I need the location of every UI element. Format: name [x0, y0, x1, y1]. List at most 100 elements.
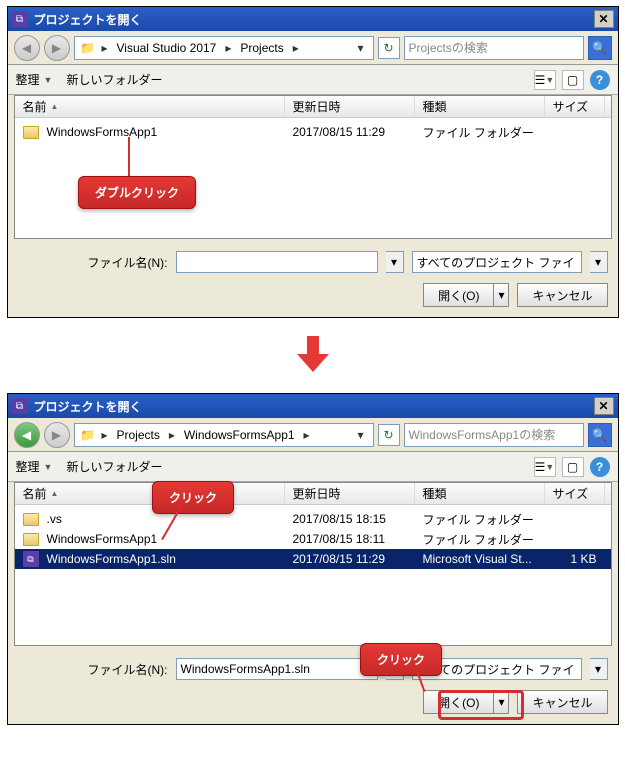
cancel-button[interactable]: キャンセル — [517, 690, 607, 714]
open-split-button[interactable]: ▾ — [493, 690, 509, 714]
file-row[interactable]: .vs2017/08/15 18:15ファイル フォルダー — [15, 509, 611, 529]
forward-button[interactable]: ▶ — [44, 35, 70, 61]
new-folder-button[interactable]: 新しいフォルダー — [66, 458, 162, 475]
folder-icon: 📁 — [79, 426, 97, 444]
window-title: プロジェクトを開く — [34, 398, 594, 415]
vs-icon: ⧉ — [12, 398, 28, 414]
view-button[interactable]: ☰▼ — [534, 457, 556, 477]
forward-button[interactable]: ▶ — [44, 422, 70, 448]
col-date[interactable]: 更新日時 — [285, 483, 415, 504]
toolbar: 整理▼ 新しいフォルダー ☰▼ ▢ ? — [8, 452, 618, 482]
organize-menu[interactable]: 整理▼ — [16, 458, 53, 475]
back-button[interactable]: ◀ — [14, 422, 40, 448]
col-name[interactable]: 名前▲ — [15, 483, 285, 504]
filter-dropdown[interactable]: ▾ — [590, 251, 608, 273]
view-button[interactable]: ☰▼ — [534, 70, 556, 90]
breadcrumb-seg[interactable]: Projects — [113, 428, 164, 442]
breadcrumb[interactable]: 📁 ▸ Projects ▸ WindowsFormsApp1 ▸ ▾ — [74, 423, 374, 447]
refresh-button[interactable]: ↻ — [378, 37, 400, 59]
organize-label: 整理 — [16, 71, 40, 88]
refresh-button[interactable]: ↻ — [378, 424, 400, 446]
dialog-footer: ファイル名(N): ▾ すべてのプロジェクト ファイ ▾ 開く(O) ▾ キャン… — [8, 239, 618, 317]
open-button[interactable]: 開く(O) — [423, 690, 493, 714]
new-folder-button[interactable]: 新しいフォルダー — [66, 71, 162, 88]
back-button[interactable]: ◀ — [14, 35, 40, 61]
filter-select[interactable]: すべてのプロジェクト ファイ — [412, 251, 582, 273]
callout-click-row: クリック — [152, 481, 234, 514]
file-list[interactable]: .vs2017/08/15 18:15ファイル フォルダーWindowsForm… — [15, 505, 611, 645]
sln-icon: ⧉ — [23, 551, 39, 567]
file-type: Microsoft Visual St... — [423, 552, 532, 566]
chevron-icon[interactable]: ▸ — [97, 41, 113, 55]
search-button[interactable]: 🔍 — [588, 36, 612, 60]
breadcrumb-dropdown[interactable]: ▾ — [353, 428, 369, 442]
search-button[interactable]: 🔍 — [588, 423, 612, 447]
help-button[interactable]: ? — [590, 457, 610, 477]
filename-input[interactable] — [176, 251, 378, 273]
organize-label: 整理 — [16, 458, 40, 475]
breadcrumb[interactable]: 📁 ▸ Visual Studio 2017 ▸ Projects ▸ ▾ — [74, 36, 374, 60]
chevron-icon[interactable]: ▸ — [97, 428, 113, 442]
filename-dropdown[interactable]: ▾ — [386, 251, 404, 273]
filter-label: すべてのプロジェクト ファイ — [417, 254, 575, 271]
callout-doubleclick: ダブルクリック — [78, 176, 196, 209]
file-row[interactable]: ⧉ WindowsFormsApp1.sln 2017/08/15 11:29 Mic… — [15, 549, 611, 569]
chevron-icon[interactable]: ▸ — [220, 41, 236, 55]
cancel-button[interactable]: キャンセル — [517, 283, 607, 307]
open-label: 開く(O) — [438, 694, 479, 711]
sort-asc-icon: ▲ — [51, 102, 59, 111]
file-date: 2017/08/15 18:15 — [293, 512, 386, 526]
chevron-icon[interactable]: ▸ — [164, 428, 180, 442]
breadcrumb-seg[interactable]: Visual Studio 2017 — [113, 41, 221, 55]
col-size[interactable]: サイズ — [545, 483, 605, 504]
chevron-icon[interactable]: ▸ — [288, 41, 304, 55]
file-date: 2017/08/15 11:29 — [293, 552, 386, 566]
organize-menu[interactable]: 整理 ▼ — [16, 71, 53, 88]
vs-icon: ⧉ — [12, 11, 28, 27]
file-name: .vs — [47, 512, 62, 526]
col-date-label: 更新日時 — [293, 485, 341, 502]
col-date[interactable]: 更新日時 — [285, 96, 415, 117]
preview-button[interactable]: ▢ — [562, 457, 584, 477]
file-type: ファイル フォルダー — [423, 124, 534, 141]
filename-value: WindowsFormsApp1.sln — [181, 662, 310, 676]
file-row[interactable]: WindowsFormsApp12017/08/15 18:11ファイル フォル… — [15, 529, 611, 549]
chevron-icon[interactable]: ▸ — [299, 428, 315, 442]
preview-button[interactable]: ▢ — [562, 70, 584, 90]
search-placeholder: WindowsFormsApp1の検索 — [409, 426, 556, 443]
col-name[interactable]: 名前▲ — [15, 96, 285, 117]
nav-bar: ◀ ▶ 📁 ▸ Visual Studio 2017 ▸ Projects ▸ … — [8, 31, 618, 65]
open-button-group: 開く(O) ▾ — [423, 690, 509, 714]
col-type[interactable]: 種類 — [415, 96, 545, 117]
callout-click-open: クリック — [360, 643, 442, 676]
col-type[interactable]: 種類 — [415, 483, 545, 504]
titlebar[interactable]: ⧉ プロジェクトを開く ✕ — [8, 394, 618, 418]
chevron-down-icon: ▼ — [44, 75, 53, 85]
close-button[interactable]: ✕ — [594, 397, 614, 415]
col-size[interactable]: サイズ — [545, 96, 605, 117]
search-input[interactable]: WindowsFormsApp1の検索 — [404, 423, 584, 447]
help-button[interactable]: ? — [590, 70, 610, 90]
titlebar[interactable]: ⧉ プロジェクトを開く ✕ — [8, 7, 618, 31]
column-headers: 名前▲ 更新日時 種類 サイズ — [15, 483, 611, 505]
file-name: WindowsFormsApp1.sln — [47, 552, 176, 566]
folder-icon — [23, 513, 39, 526]
filter-dropdown[interactable]: ▾ — [590, 658, 608, 680]
callout-line — [128, 137, 130, 177]
search-input[interactable]: Projectsの検索 — [404, 36, 584, 60]
filename-input[interactable]: WindowsFormsApp1.sln — [176, 658, 378, 680]
col-name-label: 名前 — [23, 485, 47, 502]
breadcrumb-dropdown[interactable]: ▾ — [353, 41, 369, 55]
new-folder-label: 新しいフォルダー — [66, 458, 162, 475]
open-project-dialog-1: ⧉ プロジェクトを開く ✕ ◀ ▶ 📁 ▸ Visual Studio 2017… — [7, 6, 619, 318]
filename-label: ファイル名(N): — [18, 254, 168, 271]
filename-label: ファイル名(N): — [18, 661, 168, 678]
open-split-button[interactable]: ▾ — [493, 283, 509, 307]
arrow-down-icon — [6, 336, 619, 375]
open-button[interactable]: 開く(O) — [423, 283, 493, 307]
file-row[interactable]: WindowsFormsApp12017/08/15 11:29ファイル フォル… — [15, 122, 611, 142]
breadcrumb-seg[interactable]: Projects — [236, 41, 287, 55]
cancel-label: キャンセル — [532, 287, 592, 304]
breadcrumb-seg[interactable]: WindowsFormsApp1 — [180, 428, 299, 442]
close-button[interactable]: ✕ — [594, 10, 614, 28]
